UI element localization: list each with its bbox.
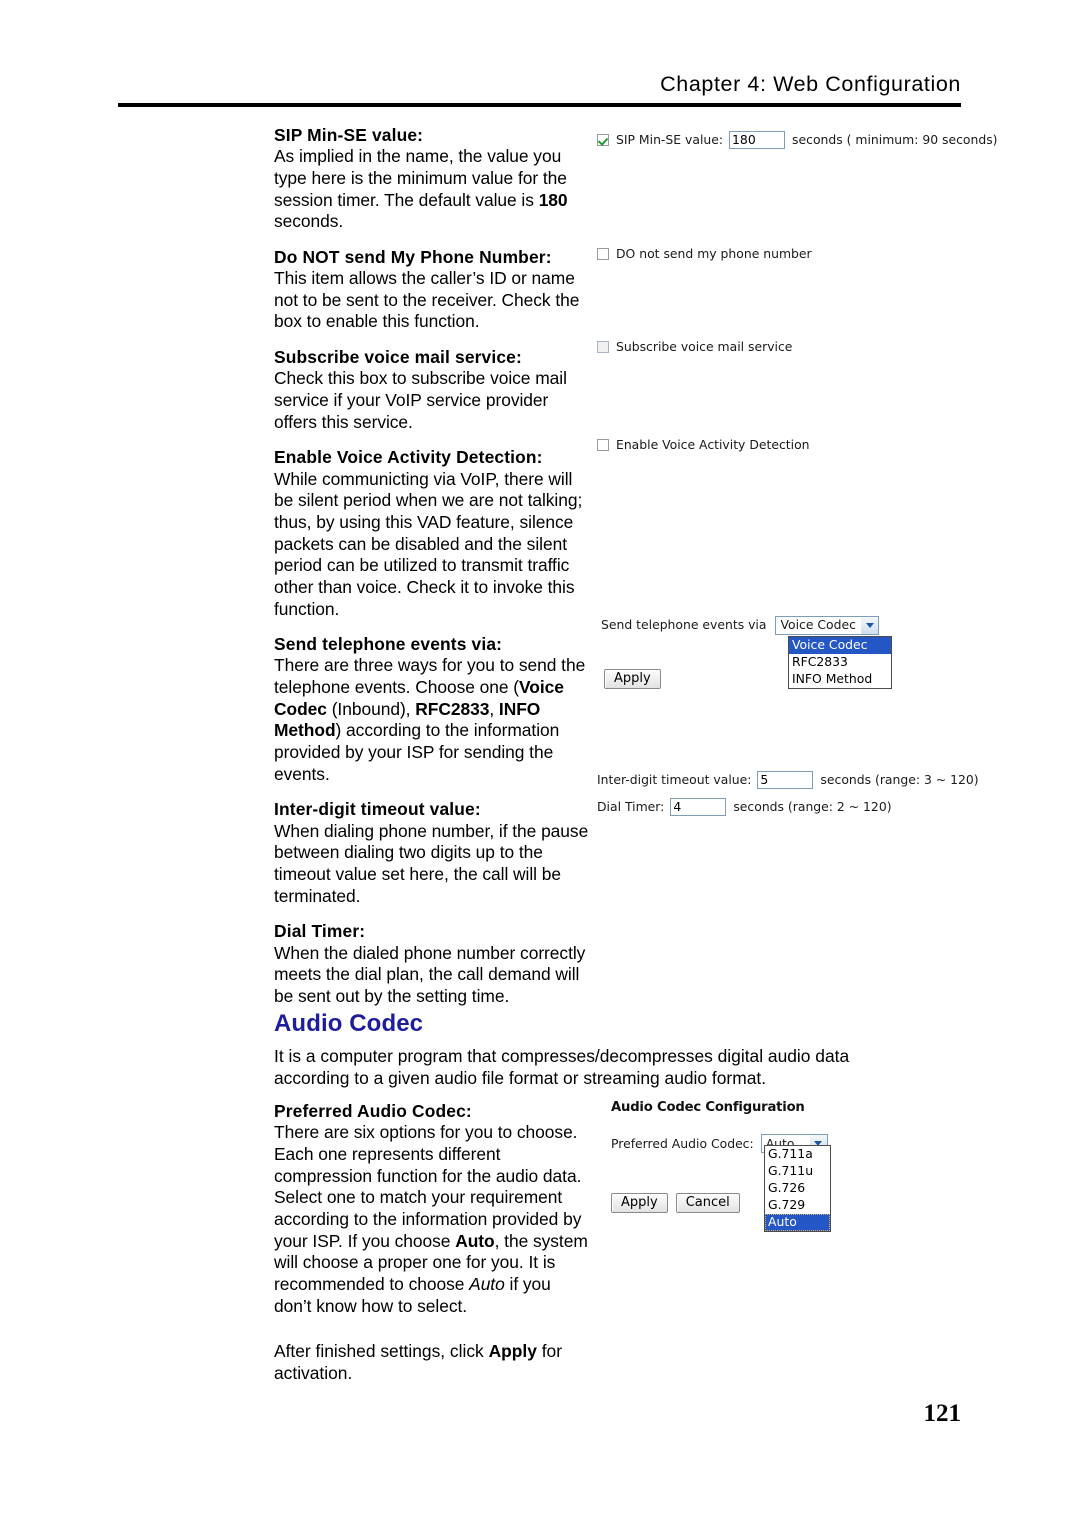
- interdigit-timeout-label: Inter-digit timeout value:: [597, 771, 752, 787]
- sip-min-se-checkbox[interactable]: [597, 134, 609, 146]
- section-body: There are six options for you to choose.…: [274, 1122, 588, 1316]
- send-telephone-events-widget: Send telephone events via Voice Codec Vo…: [601, 616, 892, 689]
- sip-min-se-input[interactable]: 180: [729, 131, 786, 149]
- section-heading: Subscribe voice mail service:: [274, 347, 522, 368]
- dial-timer-label: Dial Timer:: [597, 798, 665, 814]
- audio-codec-section-heading: Audio Codec: [274, 1010, 424, 1037]
- section-heading: SIP Min-SE value:: [274, 125, 424, 145]
- section-body: This item allows the caller’s ID or name…: [274, 268, 580, 332]
- send-telephone-events-row: Send telephone events via Voice Codec: [601, 616, 880, 635]
- dropdown-option-voice-codec[interactable]: Voice Codec: [789, 637, 891, 654]
- chapter-title: Chapter 4: Web Configuration: [660, 72, 961, 96]
- section-body: Check this box to subscribe voice mail s…: [274, 368, 567, 432]
- section-dial-timer: Dial Timer: When the dialed phone number…: [274, 920, 592, 1007]
- dropdown-option-info-method[interactable]: INFO Method: [789, 671, 891, 688]
- section-send-telephone-events: Send telephone events via: There are thr…: [274, 633, 592, 785]
- preferred-audio-codec-dropdown-list[interactable]: G.711a G.711u G.726 G.729 Auto: [764, 1145, 831, 1232]
- audio-codec-panel-title: Audio Codec Configuration: [611, 1100, 805, 1115]
- chevron-down-icon[interactable]: [861, 617, 879, 634]
- subscribe-voice-mail-row: Subscribe voice mail service: [597, 339, 793, 354]
- apply-button[interactable]: Apply: [611, 1193, 668, 1214]
- section-heading: Do NOT send My Phone Number:: [274, 246, 552, 267]
- subscribe-voice-mail-label: Subscribe voice mail service: [616, 339, 793, 354]
- section-subscribe-voice-mail: Subscribe voice mail service: Check this…: [274, 346, 592, 433]
- dropdown-option-g711u[interactable]: G.711u: [765, 1163, 830, 1180]
- section-heading: Dial Timer:: [274, 921, 366, 942]
- interdigit-timeout-row: Inter-digit timeout value: 5 seconds (ra…: [597, 771, 979, 789]
- enable-vad-checkbox[interactable]: [597, 439, 609, 452]
- section-sip-min-se: SIP Min-SE value: As implied in the name…: [274, 124, 592, 233]
- section-heading: Enable Voice Activity Detection:: [274, 447, 543, 468]
- subscribe-voice-mail-checkbox[interactable]: [597, 341, 609, 354]
- dropdown-option-rfc2833[interactable]: RFC2833: [789, 654, 891, 671]
- sip-min-se-setting-row: SIP Min-SE value: 180 seconds ( minimum:…: [597, 131, 998, 149]
- sip-min-se-label: SIP Min-SE value:: [616, 131, 724, 147]
- header-divider-rule: [118, 103, 961, 107]
- audio-codec-configuration-panel: Audio Codec Configuration Preferred Audi…: [611, 1100, 831, 1232]
- send-telephone-events-select[interactable]: Voice Codec: [775, 616, 880, 635]
- interdigit-timeout-suffix: seconds (range: 3 ~ 120): [820, 771, 979, 787]
- section-do-not-send-phone-number: Do NOT send My Phone Number: This item a…: [274, 246, 592, 333]
- section-body: When dialing phone number, if the pause …: [274, 820, 589, 906]
- preferred-audio-codec-label: Preferred Audio Codec:: [611, 1135, 754, 1151]
- dial-timers-widget: Inter-digit timeout value: 5 seconds (ra…: [597, 771, 979, 816]
- section-body: As implied in the name, the value you ty…: [274, 146, 568, 232]
- section-heading: Inter-digit timeout value:: [274, 799, 481, 820]
- send-telephone-events-apply-wrap: Apply: [604, 669, 661, 689]
- section-body: While communicting via VoIP, there will …: [274, 468, 583, 619]
- send-telephone-events-dropdown-list[interactable]: Voice Codec RFC2833 INFO Method: [788, 636, 892, 689]
- do-not-send-phone-number-label: DO not send my phone number: [616, 246, 812, 261]
- dropdown-option-g726[interactable]: G.726: [765, 1180, 830, 1197]
- dial-timer-row: Dial Timer: 4 seconds (range: 2 ~ 120): [597, 798, 979, 816]
- enable-vad-label: Enable Voice Activity Detection: [616, 437, 810, 452]
- section-preferred-audio-codec: Preferred Audio Codec: There are six opt…: [274, 1100, 592, 1330]
- section-interdigit-timeout: Inter-digit timeout value: When dialing …: [274, 798, 592, 907]
- section-heading: Preferred Audio Codec:: [274, 1101, 472, 1121]
- body-text-column: SIP Min-SE value: As implied in the name…: [274, 124, 592, 1021]
- page-running-header: Chapter 4: Web Configuration: [118, 72, 961, 101]
- dropdown-option-g729[interactable]: G.729: [765, 1197, 830, 1214]
- section-heading: Send telephone events via:: [274, 634, 503, 655]
- section-body: When the dialed phone number correctly m…: [274, 942, 586, 1006]
- send-telephone-events-label: Send telephone events via: [601, 617, 767, 633]
- audio-codec-intro-paragraph: It is a computer program that compresses…: [274, 1046, 850, 1088]
- section-enable-vad: Enable Voice Activity Detection: While c…: [274, 446, 592, 620]
- cancel-button[interactable]: Cancel: [675, 1193, 740, 1214]
- do-not-send-phone-number-row: DO not send my phone number: [597, 246, 812, 261]
- after-settings-paragraph: After finished settings, click Apply for…: [274, 1341, 563, 1383]
- section-body: There are three ways for you to send the…: [274, 655, 586, 784]
- dial-timer-suffix: seconds (range: 2 ~ 120): [733, 798, 892, 814]
- dropdown-option-g711a[interactable]: G.711a: [765, 1146, 830, 1163]
- send-telephone-events-selected-value: Voice Codec: [780, 617, 856, 633]
- interdigit-timeout-input[interactable]: 5: [757, 771, 814, 789]
- do-not-send-phone-number-checkbox[interactable]: [597, 248, 609, 261]
- enable-vad-row: Enable Voice Activity Detection: [597, 437, 810, 452]
- dial-timer-input[interactable]: 4: [670, 798, 727, 816]
- sip-min-se-suffix: seconds ( minimum: 90 seconds): [792, 131, 998, 147]
- apply-button[interactable]: Apply: [604, 669, 661, 689]
- page-number: 121: [923, 1400, 962, 1427]
- dropdown-option-auto[interactable]: Auto: [765, 1214, 830, 1231]
